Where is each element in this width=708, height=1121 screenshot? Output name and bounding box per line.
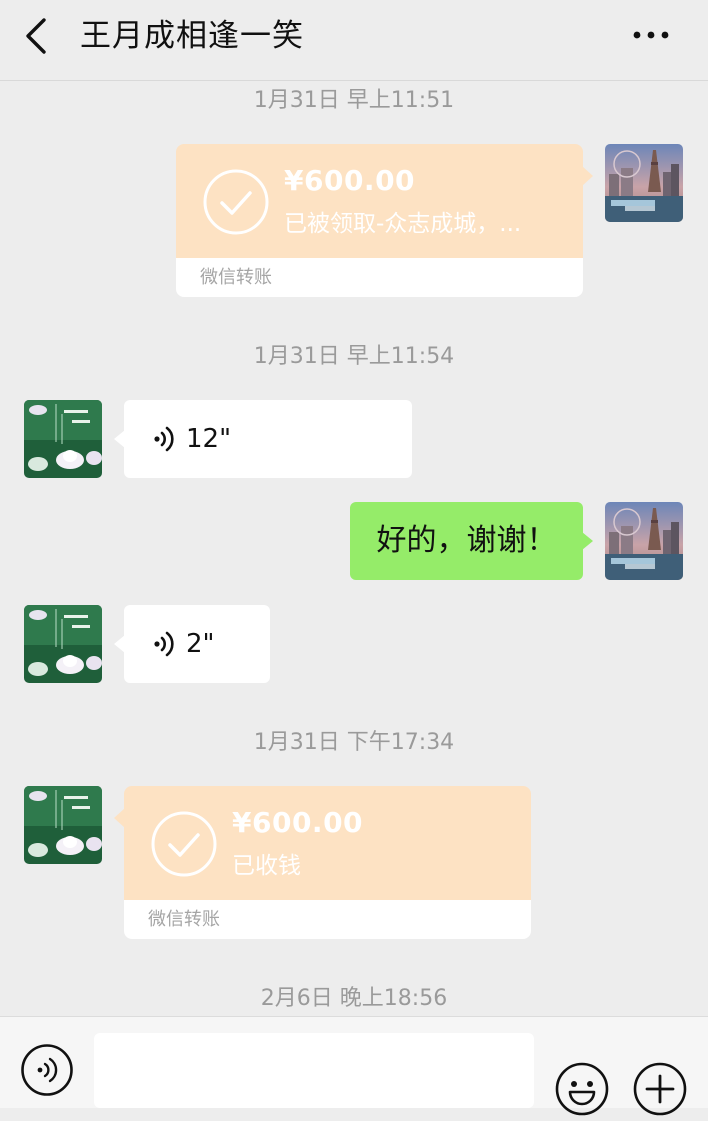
voice-message[interactable]: 12" <box>114 400 412 478</box>
message-input[interactable] <box>94 1033 534 1108</box>
chat-header: 王月成相逢一笑 <box>0 0 708 81</box>
avatar-contact-image <box>24 605 102 683</box>
transfer-card-body: ¥600.00 已被领取-众志成城，... <box>176 144 583 258</box>
chevron-left-icon <box>26 18 46 54</box>
bubble-tail <box>114 430 125 448</box>
timestamp: 1月31日 早上11:51 <box>253 88 455 113</box>
chat-title: 王月成相逢一笑 <box>80 18 304 54</box>
plus-icon <box>633 1062 687 1116</box>
voice-wave-icon <box>154 631 174 657</box>
text-message-sent[interactable]: 好的，谢谢！ <box>350 502 593 580</box>
timestamp: 1月31日 下午17:34 <box>253 730 455 755</box>
bubble-tail <box>114 808 125 828</box>
voice-input-button[interactable] <box>20 1043 74 1097</box>
avatar-contact-image <box>24 786 102 864</box>
check-circle-icon <box>151 811 217 877</box>
avatar-self[interactable] <box>605 144 683 222</box>
voice-duration: 12" <box>186 424 232 454</box>
transfer-status: 已收钱 <box>232 853 301 879</box>
transfer-footer: 微信转账 <box>176 258 583 297</box>
check-circle-icon <box>203 169 269 235</box>
voice-duration: 2" <box>186 629 215 659</box>
emoji-icon <box>555 1062 609 1116</box>
voice-message[interactable]: 2" <box>114 605 270 683</box>
transfer-card-received[interactable]: ¥600.00 已收钱 微信转账 <box>114 786 531 939</box>
transfer-card-body: ¥600.00 已收钱 <box>124 786 531 900</box>
emoji-button[interactable] <box>554 1061 610 1117</box>
transfer-card-sent[interactable]: ¥600.00 已被领取-众志成城，... 微信转账 <box>176 144 593 297</box>
back-button[interactable] <box>14 14 58 58</box>
more-button[interactable] <box>624 18 678 52</box>
transfer-footer: 微信转账 <box>124 900 531 939</box>
bubble-tail <box>582 166 593 186</box>
transfer-amount: ¥600.00 <box>232 806 364 839</box>
avatar-contact[interactable] <box>24 786 102 864</box>
avatar-contact[interactable] <box>24 400 102 478</box>
input-bar <box>0 1016 708 1116</box>
bubble-tail <box>582 532 593 550</box>
timestamp: 2月6日 晚上18:56 <box>260 986 448 1011</box>
avatar-contact-image <box>24 400 102 478</box>
bubble-tail <box>114 635 125 653</box>
avatar-contact[interactable] <box>24 605 102 683</box>
transfer-status: 已被领取-众志成城，... <box>284 211 522 237</box>
voice-wave-icon <box>154 426 174 452</box>
timestamp: 1月31日 早上11:54 <box>253 344 455 369</box>
voice-input-icon <box>21 1044 73 1096</box>
message-text: 好的，谢谢！ <box>376 523 557 558</box>
more-dots-icon <box>633 31 669 39</box>
transfer-amount: ¥600.00 <box>284 164 416 197</box>
plus-button[interactable] <box>632 1061 688 1117</box>
avatar-self[interactable] <box>605 502 683 580</box>
avatar-self-image <box>605 144 683 222</box>
avatar-self-image <box>605 502 683 580</box>
